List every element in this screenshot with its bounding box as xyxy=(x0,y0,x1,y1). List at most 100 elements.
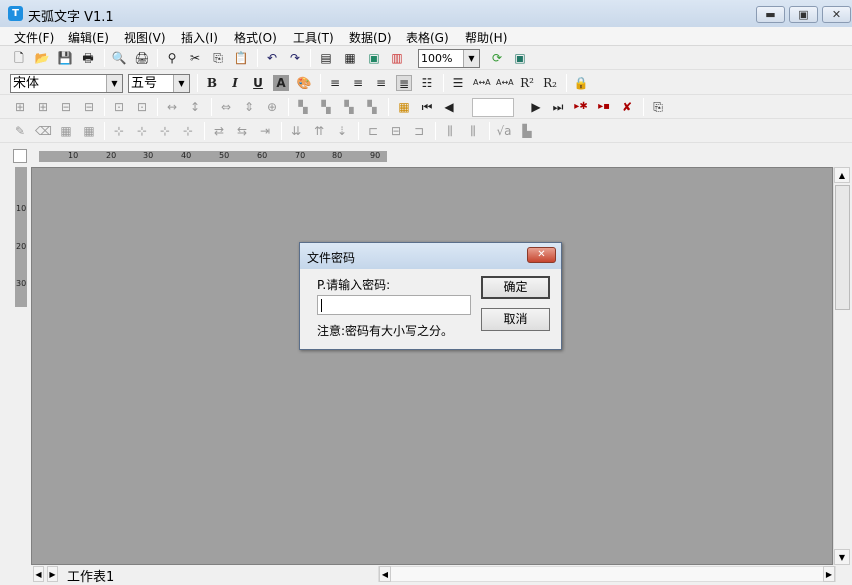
pen-icon[interactable]: ✎ xyxy=(12,123,28,139)
prev-record-icon[interactable]: ◀ xyxy=(441,99,457,115)
delete-col-icon[interactable]: ⊟ xyxy=(81,99,97,115)
print-preview-icon[interactable]: 🔍 xyxy=(111,50,127,66)
fit-icon[interactable]: ⊕ xyxy=(264,99,280,115)
move-icon[interactable]: ⇥ xyxy=(257,123,273,139)
align-left-icon[interactable]: ≡ xyxy=(327,75,343,91)
italic-icon[interactable]: I xyxy=(227,75,243,91)
horizontal-scrollbar[interactable]: ◀ ▶ xyxy=(378,566,836,582)
ruler-corner[interactable] xyxy=(13,149,27,163)
menu-tools[interactable]: 工具(T) xyxy=(293,29,334,46)
valign-icon[interactable]: ⇣ xyxy=(334,123,350,139)
align-icon[interactable]: ⊹ xyxy=(134,123,150,139)
print-icon[interactable]: 🖨 xyxy=(134,50,150,66)
align-icon[interactable]: ⊹ xyxy=(111,123,127,139)
record-number-field[interactable] xyxy=(472,98,514,117)
merge-cells-icon[interactable]: ⊡ xyxy=(111,99,127,115)
eraser-icon[interactable]: ⌫ xyxy=(35,123,52,139)
delete-record-icon[interactable]: ✘ xyxy=(619,99,635,115)
insert-col-icon[interactable]: ⊞ xyxy=(35,99,51,115)
bold-icon[interactable]: B xyxy=(204,75,220,91)
tab-next-icon[interactable]: ▶ xyxy=(47,566,58,582)
cancel-button[interactable]: 取消 xyxy=(481,308,550,331)
save-icon[interactable]: 💾 xyxy=(57,50,73,66)
zoom-select[interactable]: 100% ▼ xyxy=(418,49,480,68)
menu-file[interactable]: 文件(F) xyxy=(14,29,54,46)
line-spacing-icon[interactable]: ☰ xyxy=(450,75,466,91)
scroll-thumb[interactable] xyxy=(835,185,850,310)
cut-icon[interactable]: ✂ xyxy=(187,50,203,66)
minimize-button[interactable]: ▬ xyxy=(756,6,785,23)
first-record-icon[interactable]: ⏮ xyxy=(419,99,435,115)
paste-icon[interactable]: 📋 xyxy=(233,50,249,66)
shadow-icon[interactable]: A xyxy=(273,75,289,91)
menu-data[interactable]: 数据(D) xyxy=(349,29,392,46)
scroll-down-icon[interactable]: ▼ xyxy=(834,549,850,565)
font-select[interactable]: 宋体 ▼ xyxy=(10,74,123,93)
font-size-select[interactable]: 五号 ▼ xyxy=(128,74,190,93)
frame-icon[interactable]: ⊐ xyxy=(411,123,427,139)
scroll-right-icon[interactable]: ▶ xyxy=(823,566,835,582)
next-record-icon[interactable]: ▶ xyxy=(528,99,544,115)
scroll-up-icon[interactable]: ▲ xyxy=(834,167,850,183)
column-icon[interactable]: ⫼ xyxy=(442,123,458,139)
image-icon[interactable]: ▣ xyxy=(366,50,382,66)
frame-icon[interactable]: ⊏ xyxy=(365,123,381,139)
distribute-icon[interactable]: ☷ xyxy=(419,75,435,91)
save-record-icon[interactable]: ▸▪ xyxy=(596,99,612,115)
align-icon[interactable]: ⊹ xyxy=(180,123,196,139)
move-icon[interactable]: ⇄ xyxy=(211,123,227,139)
undo-icon[interactable]: ↶ xyxy=(264,50,280,66)
menu-view[interactable]: 视图(V) xyxy=(124,29,166,46)
open-icon[interactable]: 📂 xyxy=(34,50,50,66)
form-icon[interactable]: ▣ xyxy=(512,50,528,66)
layer-icon[interactable]: ▚ xyxy=(341,99,357,115)
layer-icon[interactable]: ▚ xyxy=(318,99,334,115)
lock-icon[interactable]: 🔒 xyxy=(573,75,589,91)
vertical-scrollbar[interactable]: ▲ ▼ xyxy=(833,167,850,565)
new-icon[interactable]: 🗋 xyxy=(11,50,27,66)
superscript-icon[interactable]: R² xyxy=(519,75,535,91)
shrink-font-icon[interactable]: A↔A xyxy=(496,75,514,91)
save-as-icon[interactable]: 🖶 xyxy=(80,50,96,66)
redo-icon[interactable]: ↷ xyxy=(287,50,303,66)
valign-icon[interactable]: ⇊ xyxy=(288,123,304,139)
dialog-close-button[interactable]: ✕ xyxy=(527,247,556,263)
restore-button[interactable]: ▣ xyxy=(789,6,818,23)
align-center-icon[interactable]: ≡ xyxy=(350,75,366,91)
menu-insert[interactable]: 插入(I) xyxy=(181,29,218,46)
sheet-tab[interactable]: 工作表1 xyxy=(67,566,114,585)
col-width-icon[interactable]: ↔ xyxy=(164,99,180,115)
frame-icon[interactable]: ⊟ xyxy=(388,123,404,139)
delete-row-icon[interactable]: ⊟ xyxy=(58,99,74,115)
insert-row-icon[interactable]: ⊞ xyxy=(12,99,28,115)
scroll-left-icon[interactable]: ◀ xyxy=(379,566,391,582)
equal-width-icon[interactable]: ⇔ xyxy=(218,99,234,115)
merge-icon[interactable]: ⎘ xyxy=(650,99,666,115)
new-record-list-icon[interactable]: ▦ xyxy=(396,99,412,115)
table-icon[interactable]: ▦ xyxy=(342,50,358,66)
tab-prev-icon[interactable]: ◀ xyxy=(33,566,44,582)
formula-icon[interactable]: √a xyxy=(496,123,512,139)
menu-format[interactable]: 格式(O) xyxy=(234,29,277,46)
last-record-icon[interactable]: ⏭ xyxy=(550,99,566,115)
split-cells-icon[interactable]: ⊡ xyxy=(134,99,150,115)
ok-button[interactable]: 确定 xyxy=(481,276,550,299)
text-icon[interactable]: ▤ xyxy=(318,50,334,66)
equal-height-icon[interactable]: ⇕ xyxy=(241,99,257,115)
new-record-icon[interactable]: ▸✱ xyxy=(573,99,589,115)
layer-icon[interactable]: ▚ xyxy=(364,99,380,115)
menu-help[interactable]: 帮助(H) xyxy=(465,29,507,46)
align-icon[interactable]: ⊹ xyxy=(157,123,173,139)
column-icon[interactable]: ⫼ xyxy=(465,123,481,139)
close-button[interactable]: ✕ xyxy=(822,6,851,23)
subscript-icon[interactable]: R₂ xyxy=(542,75,558,91)
password-input[interactable] xyxy=(317,295,471,315)
row-height-icon[interactable]: ↕ xyxy=(187,99,203,115)
layer-icon[interactable]: ▚ xyxy=(295,99,311,115)
find-icon[interactable]: ⚲ xyxy=(164,50,180,66)
color-icon[interactable]: 🎨 xyxy=(296,75,312,91)
grow-font-icon[interactable]: A↔A xyxy=(473,75,491,91)
refresh-icon[interactable]: ⟳ xyxy=(489,50,505,66)
border-icon[interactable]: ▦ xyxy=(58,123,74,139)
menu-table[interactable]: 表格(G) xyxy=(406,29,449,46)
